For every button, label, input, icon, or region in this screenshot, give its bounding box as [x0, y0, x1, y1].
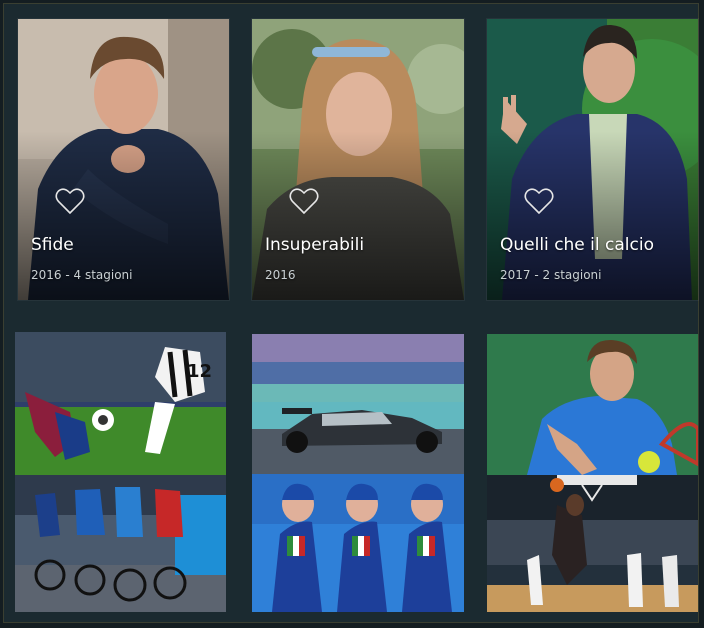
football-match-image: 12 [15, 332, 226, 475]
show-card-insuperabili[interactable]: Insuperabili 2016 [252, 19, 464, 300]
sport-tile-tennis[interactable] [487, 334, 698, 475]
sport-tile-formula1[interactable] [252, 334, 464, 474]
show-card-sfide[interactable]: Sfide 2016 - 4 stagioni [18, 19, 229, 300]
favorite-heart-icon[interactable] [55, 187, 85, 215]
sport-tile-football[interactable]: 12 [15, 332, 226, 475]
tennis-player-image [487, 334, 698, 475]
sport-tile-basketball[interactable] [487, 475, 698, 612]
formula-1-car-image [252, 334, 464, 474]
show-meta: 2016 - 4 stagioni [31, 268, 133, 282]
show-meta: 2016 [265, 268, 296, 282]
show-meta: 2017 - 2 stagioni [500, 268, 602, 282]
show-card-quelli-che-il-calcio[interactable]: Quelli che il calcio 2017 - 2 stagioni [487, 19, 698, 300]
basketball-dunk-image [487, 475, 698, 612]
sport-tile-cycling[interactable] [15, 475, 226, 612]
show-title: Quelli che il calcio [500, 235, 654, 255]
cycling-race-image [15, 475, 226, 612]
water-polo-team-image [252, 474, 464, 612]
show-title: Sfide [31, 235, 74, 255]
favorite-heart-icon[interactable] [289, 187, 319, 215]
svg-text:12: 12 [187, 361, 212, 382]
show-title: Insuperabili [265, 235, 365, 255]
favorite-heart-icon[interactable] [524, 187, 554, 215]
sport-tile-waterpolo[interactable] [252, 474, 464, 612]
